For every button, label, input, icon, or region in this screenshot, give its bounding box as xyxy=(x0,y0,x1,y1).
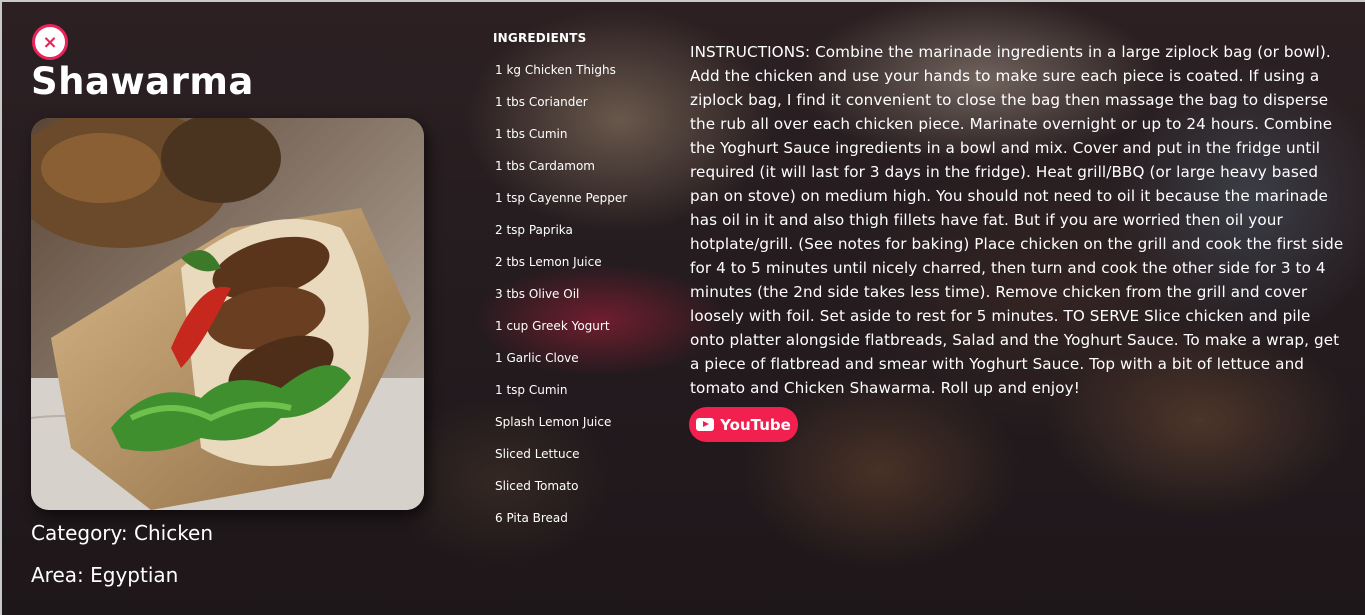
area-label: Area: Egyptian xyxy=(31,563,179,587)
ingredient-item: 1 kg Chicken Thighs xyxy=(495,63,616,77)
ingredient-item: 2 tsp Paprika xyxy=(495,223,573,237)
ingredient-item: 1 tsp Cayenne Pepper xyxy=(495,191,628,205)
ingredient-item: Sliced Lettuce xyxy=(495,447,580,461)
category-label: Category: Chicken xyxy=(31,521,214,545)
ingredients-list: 1 kg Chicken Thighs 1 tbs Coriander 1 tb… xyxy=(495,62,627,542)
meal-image xyxy=(31,118,424,510)
ingredient-item: 1 tbs Cumin xyxy=(495,127,568,141)
ingredient-item: 3 tbs Olive Oil xyxy=(495,287,580,301)
ingredient-item: 1 tbs Cardamom xyxy=(495,159,595,173)
instructions-text: INSTRUCTIONS: Combine the marinade ingre… xyxy=(690,43,1344,397)
ingredient-item: 2 tbs Lemon Juice xyxy=(495,255,602,269)
close-icon: × xyxy=(42,31,58,53)
ingredient-item: Sliced Tomato xyxy=(495,479,579,493)
meal-title: Shawarma xyxy=(31,60,254,103)
close-button[interactable]: × xyxy=(32,24,68,60)
youtube-icon xyxy=(696,418,715,431)
ingredients-header: INGREDIENTS xyxy=(493,31,587,45)
ingredient-item: 6 Pita Bread xyxy=(495,511,568,525)
youtube-button-label: YouTube xyxy=(720,415,791,434)
youtube-button[interactable]: YouTube xyxy=(689,407,798,442)
ingredient-item: 1 Garlic Clove xyxy=(495,351,579,365)
ingredient-item: Splash Lemon Juice xyxy=(495,415,612,429)
ingredient-item: 1 cup Greek Yogurt xyxy=(495,319,610,333)
ingredient-item: 1 tbs Coriander xyxy=(495,95,588,109)
ingredient-item: 1 tsp Cumin xyxy=(495,383,568,397)
